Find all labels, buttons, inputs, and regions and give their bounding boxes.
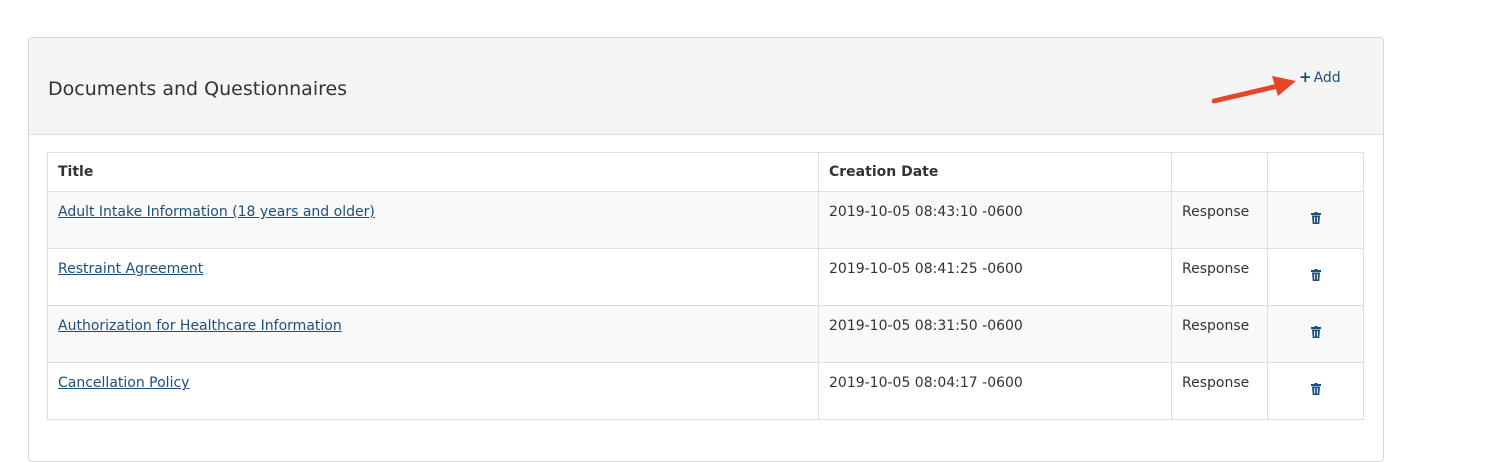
document-title-link[interactable]: Cancellation Policy — [58, 375, 189, 391]
creation-date-cell: 2019-10-05 08:04:17 -0600 — [818, 362, 1172, 420]
table-row: Restraint Agreement 2019-10-05 08:41:25 … — [47, 248, 1364, 306]
column-header-creation-date: Creation Date — [818, 152, 1172, 192]
table-row: Cancellation Policy 2019-10-05 08:04:17 … — [47, 362, 1364, 420]
trash-icon[interactable] — [1310, 326, 1321, 338]
documents-table: Title Creation Date Adult Intake Informa… — [47, 152, 1364, 420]
documents-table-container: Title Creation Date Adult Intake Informa… — [47, 152, 1364, 420]
creation-date-cell: 2019-10-05 08:43:10 -0600 — [818, 191, 1172, 249]
response-link[interactable]: Response — [1182, 375, 1249, 391]
table-row: Adult Intake Information (18 years and o… — [47, 191, 1364, 249]
response-link[interactable]: Response — [1182, 261, 1249, 277]
plus-icon: + — [1299, 68, 1312, 86]
response-link[interactable]: Response — [1182, 204, 1249, 220]
table-header-row: Title Creation Date — [47, 152, 1364, 192]
column-header-title: Title — [47, 152, 819, 192]
trash-icon[interactable] — [1310, 212, 1321, 224]
document-title-link[interactable]: Adult Intake Information (18 years and o… — [58, 204, 375, 220]
add-button[interactable]: + Add — [1299, 68, 1341, 86]
table-row: Authorization for Healthcare Information… — [47, 305, 1364, 363]
document-title-link[interactable]: Authorization for Healthcare Information — [58, 318, 342, 334]
trash-icon[interactable] — [1310, 383, 1321, 395]
creation-date-cell: 2019-10-05 08:31:50 -0600 — [818, 305, 1172, 363]
add-label: Add — [1313, 70, 1341, 86]
response-link[interactable]: Response — [1182, 318, 1249, 334]
annotation-arrow-icon — [1212, 76, 1296, 104]
panel-title: Documents and Questionnaires — [48, 78, 348, 100]
document-title-link[interactable]: Restraint Agreement — [58, 261, 203, 277]
column-header-delete — [1267, 152, 1364, 192]
column-header-response — [1171, 152, 1268, 192]
documents-panel: Documents and Questionnaires + Add Title … — [28, 37, 1384, 462]
panel-header: Documents and Questionnaires + Add — [29, 38, 1383, 135]
creation-date-cell: 2019-10-05 08:41:25 -0600 — [818, 248, 1172, 306]
trash-icon[interactable] — [1310, 269, 1321, 281]
